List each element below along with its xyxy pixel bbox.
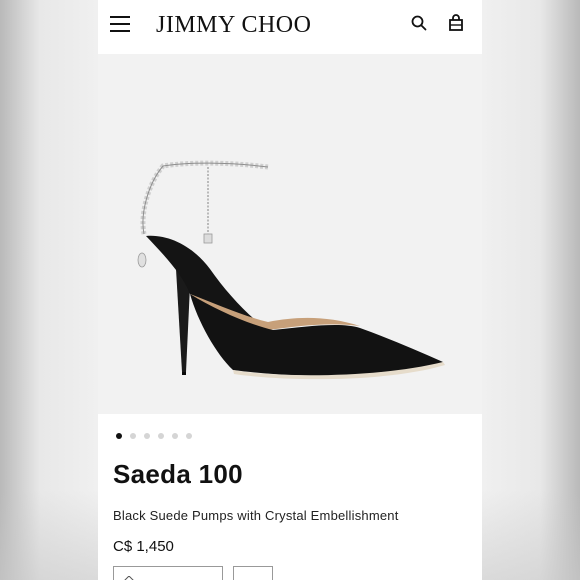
store-availability-button[interactable] (113, 566, 223, 580)
carousel-dot-4[interactable] (158, 433, 164, 439)
diamond-icon (124, 573, 134, 580)
site-header: JIMMY CHOO (98, 0, 482, 50)
carousel-dots (98, 433, 482, 439)
mobile-page: JIMMY CHOO Saeda 100 Black Suede Pumps w… (98, 0, 482, 580)
shopping-bag-icon[interactable] (448, 14, 466, 34)
carousel-dot-6[interactable] (186, 433, 192, 439)
product-description: Black Suede Pumps with Crystal Embellish… (113, 508, 399, 523)
product-title: Saeda 100 (113, 459, 243, 489)
carousel-dot-1[interactable] (116, 433, 122, 439)
hamburger-menu-icon[interactable] (110, 14, 132, 34)
carousel-dot-3[interactable] (144, 433, 150, 439)
brand-logo[interactable]: JIMMY CHOO (156, 12, 311, 39)
carousel-dot-5[interactable] (172, 433, 178, 439)
carousel-dot-2[interactable] (130, 433, 136, 439)
product-image[interactable] (98, 54, 482, 414)
size-selector-button[interactable] (233, 566, 273, 580)
search-icon[interactable] (410, 14, 428, 34)
product-price: C$ 1,450 (113, 538, 174, 555)
